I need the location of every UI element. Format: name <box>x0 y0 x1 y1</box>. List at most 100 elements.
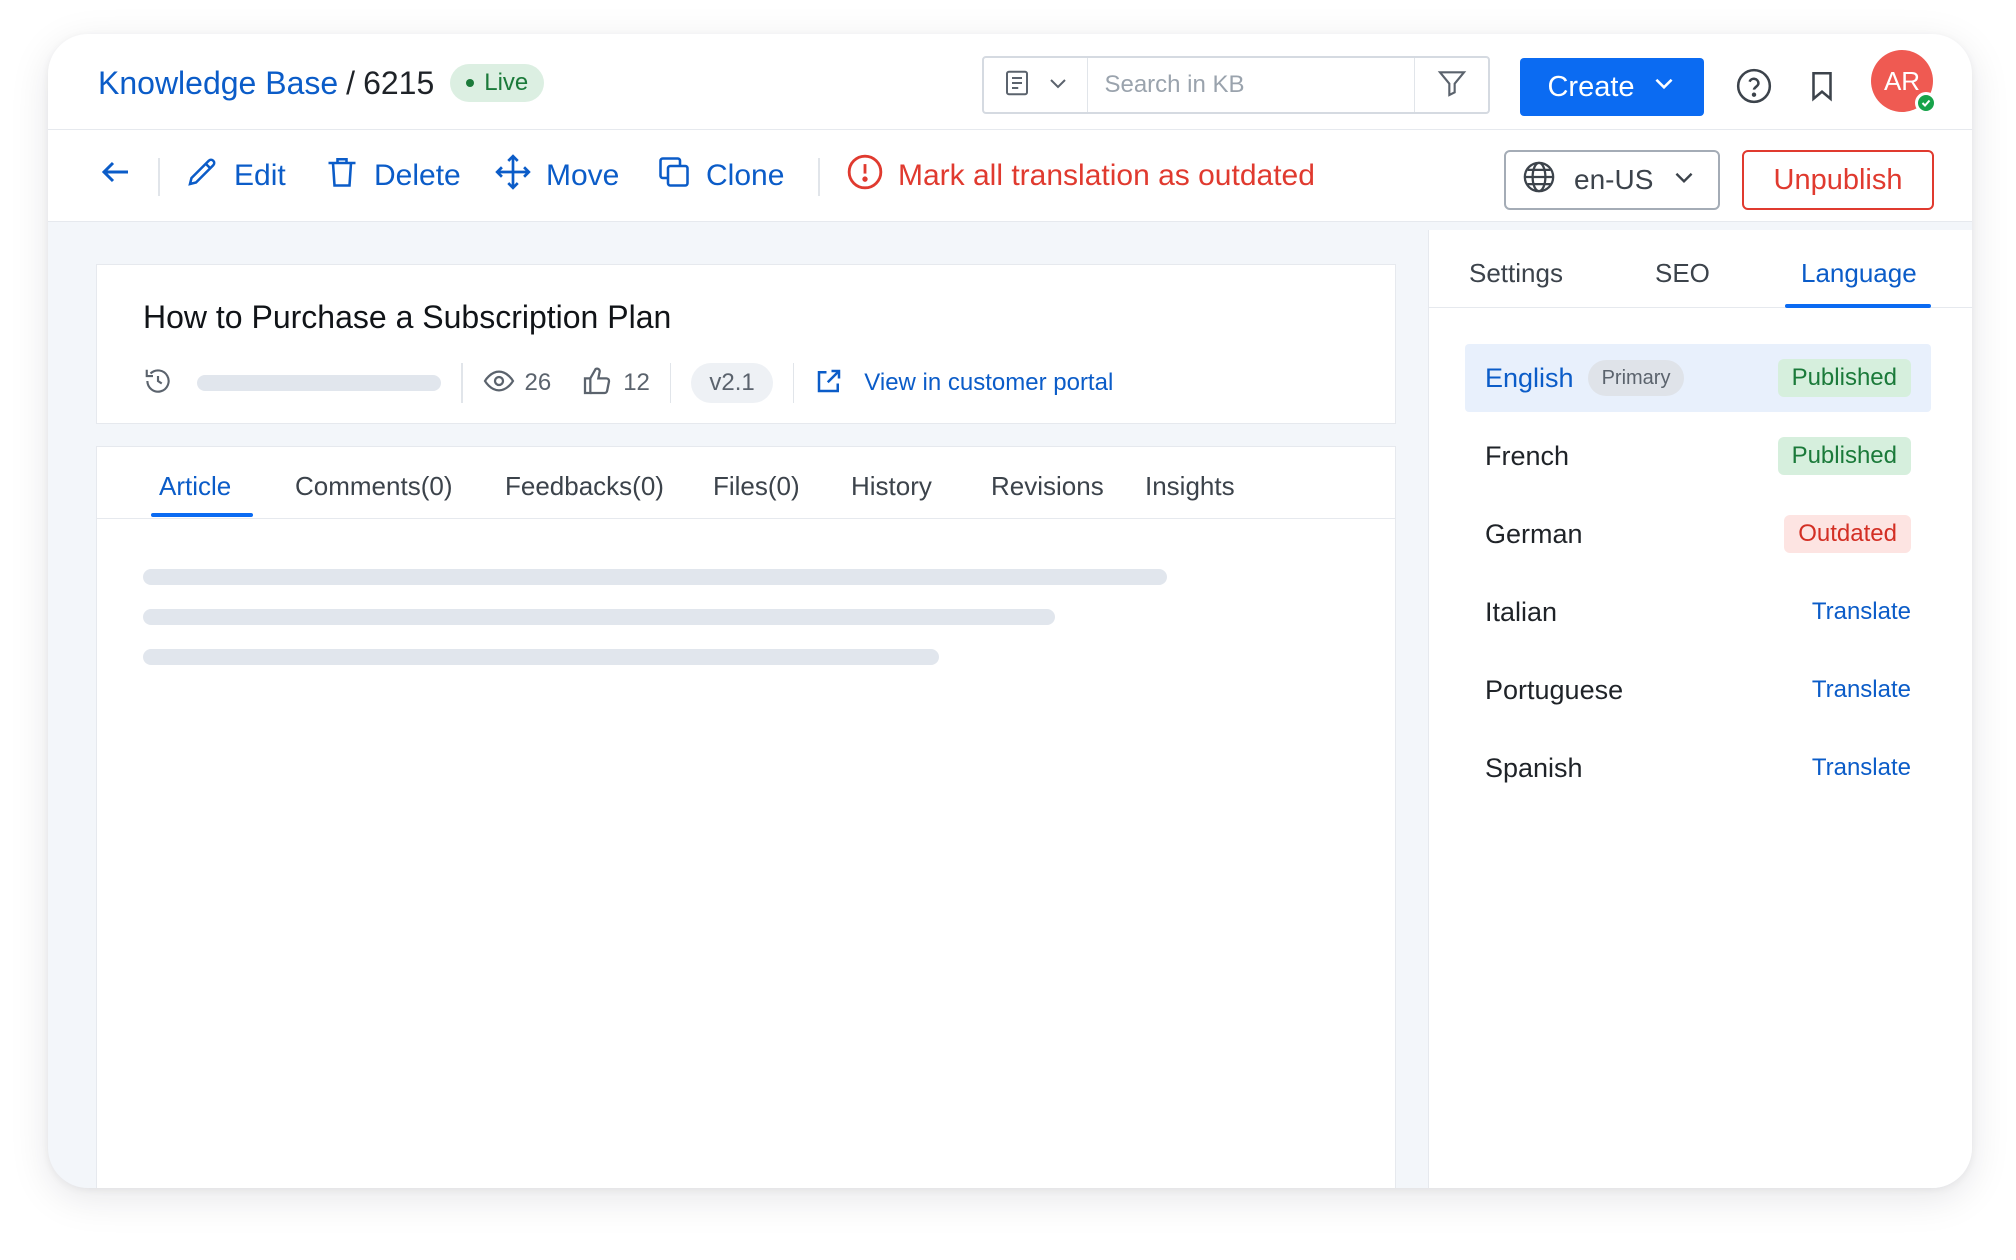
loading-skeleton <box>197 375 441 391</box>
tab-history[interactable]: History <box>851 471 932 502</box>
meta-divider <box>461 363 463 403</box>
eye-icon <box>483 365 515 402</box>
translate-link[interactable]: Translate <box>1812 593 1911 631</box>
chevron-down-icon <box>1671 164 1697 197</box>
breadcrumb-knowledge-base-link[interactable]: Knowledge Base <box>98 65 338 102</box>
clone-button-label: Clone <box>706 159 785 192</box>
unpublish-button[interactable]: Unpublish <box>1742 150 1934 210</box>
live-dot-icon <box>466 79 475 87</box>
language-name: Italian <box>1485 596 1558 627</box>
chevron-down-icon <box>1046 71 1070 100</box>
app-window: Knowledge Base / 6215 Live Search in KB … <box>48 34 1972 1188</box>
bookmark-button[interactable] <box>1802 68 1842 108</box>
mark-outdated-button[interactable]: Mark all translation as outdated <box>846 152 1315 200</box>
search-input[interactable] <box>1088 58 1415 112</box>
filter-button[interactable] <box>1414 58 1488 112</box>
delete-button[interactable]: Delete <box>324 152 461 200</box>
avatar-initials: AR <box>1883 65 1921 96</box>
breadcrumb-separator: / <box>346 64 356 101</box>
copy-icon <box>656 154 692 198</box>
info-alert-icon <box>846 153 884 199</box>
tab-article[interactable]: Article <box>159 471 231 502</box>
chevron-down-icon <box>1651 70 1677 104</box>
help-icon <box>1735 67 1773 110</box>
sidebar-tabs: Settings SEO Language <box>1429 230 1972 308</box>
active-tab-indicator <box>151 513 253 517</box>
tab-language[interactable]: Language <box>1801 258 1917 289</box>
tab-settings[interactable]: Settings <box>1469 258 1563 289</box>
clone-button[interactable]: Clone <box>656 152 784 200</box>
language-name: Spanish <box>1485 752 1583 783</box>
search-scope-dropdown[interactable] <box>984 58 1089 112</box>
history-icon[interactable] <box>143 366 173 401</box>
content-loading-skeleton <box>143 569 1167 585</box>
toolbar-divider <box>818 158 820 196</box>
active-tab-indicator <box>1785 304 1931 308</box>
toolbar-divider <box>158 158 160 196</box>
tab-comments[interactable]: Comments(0) <box>295 471 452 502</box>
language-row-spanish: Spanish Translate <box>1465 734 1931 802</box>
tab-revisions[interactable]: Revisions <box>991 471 1104 502</box>
tab-files[interactable]: Files(0) <box>713 471 800 502</box>
language-row-french[interactable]: French Published <box>1465 422 1931 490</box>
breadcrumb-article-id: 6215 <box>363 64 435 101</box>
locale-select[interactable]: en-US <box>1504 150 1720 210</box>
user-avatar[interactable]: AR <box>1871 50 1937 114</box>
language-name: Portuguese <box>1485 674 1624 705</box>
language-name: English <box>1485 362 1574 393</box>
view-count: 26 <box>524 369 552 396</box>
back-button[interactable] <box>98 152 134 200</box>
mark-outdated-label: Mark all translation as outdated <box>898 159 1315 192</box>
translate-link[interactable]: Translate <box>1812 671 1911 709</box>
document-icon <box>1002 68 1032 103</box>
language-row-portuguese: Portuguese Translate <box>1465 656 1931 724</box>
edit-button-label: Edit <box>234 159 286 192</box>
language-row-italian: Italian Translate <box>1465 578 1931 646</box>
move-button-label: Move <box>546 159 620 192</box>
tab-insights[interactable]: Insights <box>1145 471 1235 502</box>
globe-icon <box>1522 160 1556 201</box>
bookmark-icon <box>1805 69 1839 108</box>
meta-divider <box>669 363 672 403</box>
help-button[interactable] <box>1734 68 1774 108</box>
edit-button[interactable]: Edit <box>184 152 286 200</box>
view-in-portal-link[interactable]: View in customer portal <box>864 369 1113 397</box>
live-badge-label: Live <box>484 69 529 96</box>
article-meta: 26 12 v2.1 View in customer portal <box>143 361 1113 405</box>
live-status-badge: Live <box>450 64 545 102</box>
article-title: How to Purchase a Subscription Plan <box>143 299 672 335</box>
top-header: Knowledge Base / 6215 Live Search in KB … <box>48 34 1972 130</box>
right-sidebar: Settings SEO Language English Primary Pu… <box>1428 230 1972 1188</box>
status-badge: Published <box>1777 437 1911 475</box>
version-badge: v2.1 <box>691 363 773 403</box>
article-tabs: Article Comments(0) Feedbacks(0) Files(0… <box>97 447 1395 519</box>
language-name: German <box>1485 518 1583 549</box>
language-row-german[interactable]: German Outdated <box>1465 500 1931 568</box>
arrow-left-icon <box>98 154 134 198</box>
like-count: 12 <box>623 369 650 396</box>
language-row-english[interactable]: English Primary Published <box>1465 344 1931 412</box>
tab-seo[interactable]: SEO <box>1655 258 1710 289</box>
external-link-icon[interactable] <box>814 366 844 401</box>
translate-link[interactable]: Translate <box>1812 749 1911 787</box>
content-loading-skeleton <box>143 649 939 665</box>
delete-button-label: Delete <box>374 159 461 192</box>
create-button-label: Create <box>1547 70 1635 103</box>
article-header-card: How to Purchase a Subscription Plan 26 1… <box>96 264 1396 424</box>
locale-value: en-US <box>1574 164 1654 195</box>
search-bar <box>982 56 1490 114</box>
move-button[interactable]: Move <box>494 152 619 200</box>
language-name: French <box>1485 440 1570 471</box>
online-check-icon <box>1915 92 1937 114</box>
filter-icon <box>1436 67 1468 104</box>
content-loading-skeleton <box>143 609 1055 625</box>
pencil-icon <box>184 154 220 198</box>
move-arrows-icon <box>494 153 532 199</box>
trash-icon <box>324 154 360 198</box>
primary-badge: Primary <box>1587 360 1685 396</box>
status-badge: Outdated <box>1784 515 1911 553</box>
article-toolbar: Edit Delete Move Clone Mark all translat… <box>48 130 1972 222</box>
create-button[interactable]: Create <box>1520 58 1704 116</box>
meta-divider <box>792 363 795 403</box>
tab-feedbacks[interactable]: Feedbacks(0) <box>505 471 664 502</box>
